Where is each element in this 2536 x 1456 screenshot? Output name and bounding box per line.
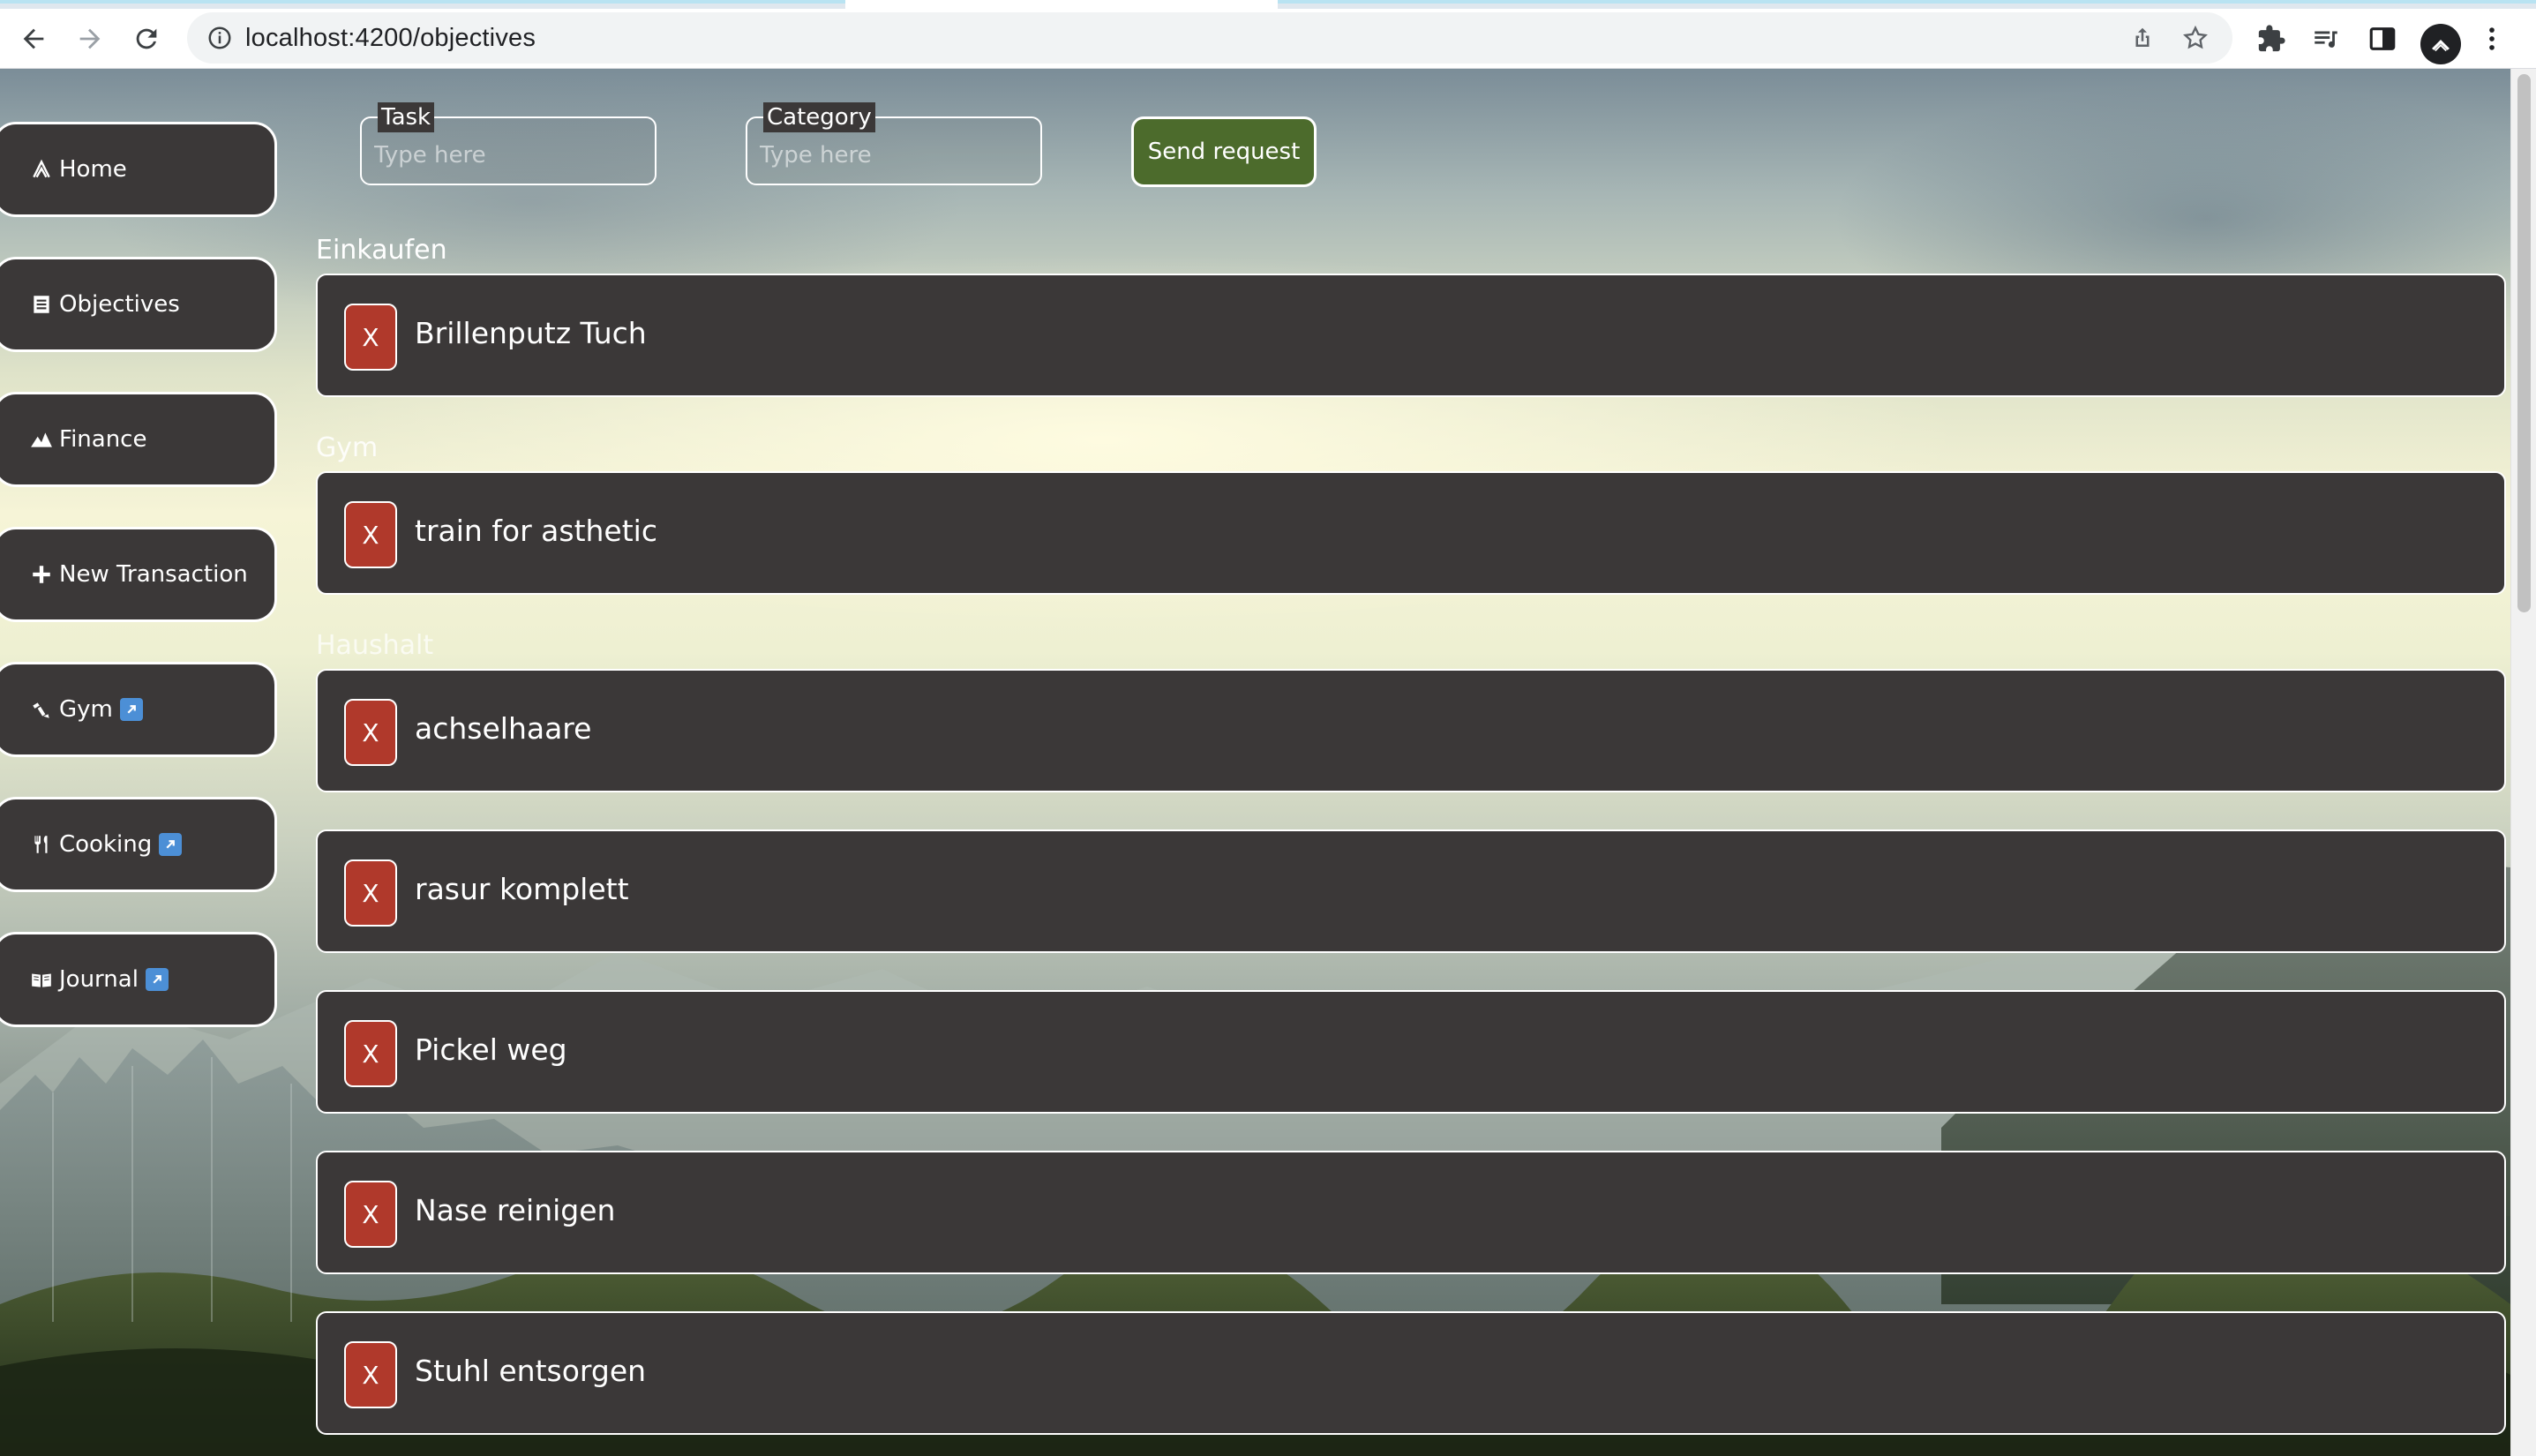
- category-heading: Gym: [316, 432, 379, 463]
- page-viewport: Home Objectives Finance New Transaction …: [0, 69, 2510, 1456]
- external-link-icon: [119, 698, 143, 721]
- category-field[interactable]: Category: [746, 102, 1042, 185]
- category-label: Category: [763, 102, 875, 132]
- objective-row: X rasur komplett: [316, 829, 2506, 953]
- browser-menu-icon[interactable]: [2476, 18, 2508, 60]
- tab-strip: [0, 0, 2536, 9]
- sidebar-item-new-transaction[interactable]: New Transaction: [0, 527, 277, 622]
- delete-button[interactable]: X: [344, 859, 397, 927]
- forward-icon[interactable]: [69, 18, 111, 60]
- external-link-icon: [159, 833, 183, 856]
- sidebar-item-cooking[interactable]: Cooking: [0, 797, 277, 892]
- sidebar-item-label: New Transaction: [59, 561, 248, 588]
- objective-text: Brillenputz Tuch: [415, 316, 647, 350]
- chart-icon: [29, 427, 54, 452]
- send-request-button[interactable]: Send request: [1131, 116, 1317, 187]
- scrollbar-thumb[interactable]: [2517, 74, 2531, 612]
- category-heading: Einkaufen: [316, 235, 447, 266]
- media-playlist-icon[interactable]: [2305, 18, 2347, 60]
- book-icon: [29, 967, 54, 992]
- browser-toolbar: localhost:4200/objectives: [0, 9, 2536, 69]
- objective-text: rasur komplett: [415, 872, 629, 906]
- home-icon: [29, 157, 54, 182]
- objective-row: X Nase reinigen: [316, 1151, 2506, 1274]
- back-icon[interactable]: [12, 18, 55, 60]
- task-field[interactable]: Task: [360, 102, 657, 185]
- delete-button[interactable]: X: [344, 1181, 397, 1248]
- extensions-icon[interactable]: [2250, 18, 2292, 60]
- sidebar-item-label: Journal: [59, 966, 139, 993]
- reload-icon[interactable]: [125, 18, 168, 60]
- category-heading: Haushalt: [316, 630, 434, 661]
- dumbbell-icon: [29, 697, 54, 722]
- side-panel-icon[interactable]: [2361, 18, 2404, 60]
- objective-row: X Pickel weg: [316, 990, 2506, 1114]
- cutlery-icon: [29, 832, 54, 857]
- active-tab[interactable]: [845, 0, 1278, 9]
- sidebar-item-gym[interactable]: Gym: [0, 662, 277, 757]
- address-bar[interactable]: localhost:4200/objectives: [187, 12, 2232, 64]
- objective-row: X achselhaare: [316, 669, 2506, 792]
- external-link-icon: [145, 968, 169, 991]
- sidebar-item-objectives[interactable]: Objectives: [0, 257, 277, 352]
- sidebar-item-finance[interactable]: Finance: [0, 392, 277, 487]
- site-info-icon[interactable]: [201, 19, 238, 56]
- objective-text: Pickel weg: [415, 1032, 567, 1067]
- sidebar-item-home[interactable]: Home: [0, 122, 277, 217]
- tab-strip-accent: [0, 0, 845, 4]
- sidebar-item-label: Finance: [59, 426, 147, 453]
- task-input[interactable]: [374, 138, 639, 173]
- objective-text: train for asthetic: [415, 514, 657, 548]
- objective-text: achselhaare: [415, 711, 592, 746]
- objective-text: Nase reinigen: [415, 1193, 616, 1227]
- task-label: Task: [378, 102, 435, 132]
- share-icon[interactable]: [2122, 18, 2163, 58]
- delete-button[interactable]: X: [344, 1341, 397, 1408]
- sidebar-item-journal[interactable]: Journal: [0, 932, 277, 1027]
- objective-row: X train for asthetic: [316, 471, 2506, 595]
- profile-avatar-icon[interactable]: [2420, 24, 2461, 64]
- sidebar-item-label: Cooking: [59, 831, 153, 858]
- delete-button[interactable]: X: [344, 501, 397, 568]
- delete-button[interactable]: X: [344, 699, 397, 766]
- delete-button[interactable]: X: [344, 1020, 397, 1087]
- plus-icon: [29, 562, 54, 587]
- sidebar-item-label: Objectives: [59, 291, 180, 318]
- list-icon: [29, 292, 54, 317]
- bookmark-star-icon[interactable]: [2175, 18, 2216, 58]
- category-input[interactable]: [760, 138, 1024, 173]
- sidebar-item-label: Gym: [59, 696, 113, 723]
- url-text[interactable]: localhost:4200/objectives: [245, 24, 536, 53]
- tab-strip-accent: [1278, 0, 2536, 4]
- objective-row: X Brillenputz Tuch: [316, 274, 2506, 397]
- objective-text: Stuhl entsorgen: [415, 1354, 647, 1388]
- sidebar-item-label: Home: [59, 156, 127, 183]
- page-scrollbar[interactable]: [2510, 69, 2536, 1456]
- objective-row: X Stuhl entsorgen: [316, 1311, 2506, 1435]
- delete-button[interactable]: X: [344, 304, 397, 371]
